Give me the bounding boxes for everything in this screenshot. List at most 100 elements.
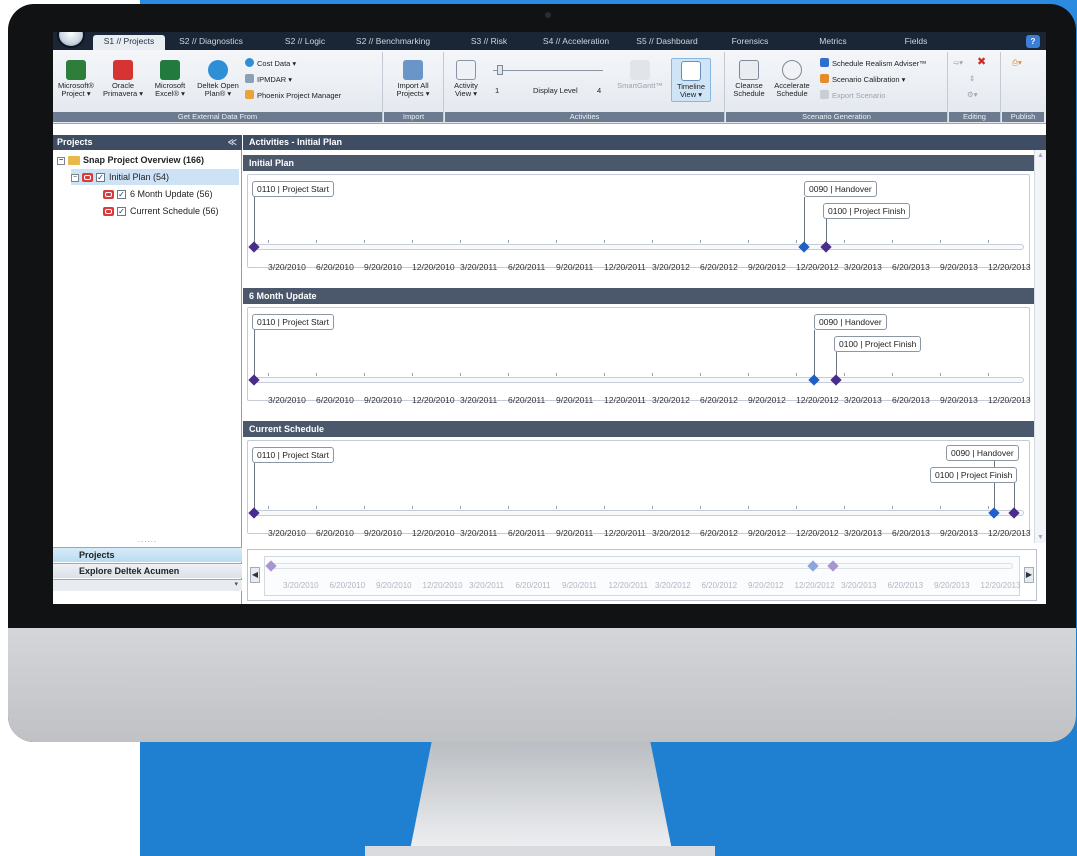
slider-max-label: 4 xyxy=(597,86,602,95)
tab-metrics[interactable]: Metrics xyxy=(813,35,853,50)
axis-tick xyxy=(556,506,557,509)
expander-icon[interactable]: − xyxy=(57,156,65,165)
timeline-overview[interactable]: ◀ 3/20/2010 6/20/2010 9/20/2010 12/20/2010 3… xyxy=(247,549,1037,601)
deltek-label: Deltek Open Plan® ▾ xyxy=(197,81,239,98)
primavera-button[interactable]: Oracle Primavera ▾ xyxy=(101,60,145,98)
axis-label: 6/20/2013 xyxy=(892,262,930,272)
tree-item-current-schedule[interactable]: ✓ Current Schedule (56) xyxy=(103,203,219,219)
project-checkbox[interactable]: ✓ xyxy=(117,190,126,200)
cost-data-icon xyxy=(245,58,254,67)
axis-label: 6/20/2011 xyxy=(508,528,546,538)
axis-tick xyxy=(988,506,989,509)
timeline-chart[interactable]: 0110 | Project Start 0090 | Handover 0100 … xyxy=(247,307,1031,405)
publish-icon[interactable]: ⎙▾ xyxy=(1012,58,1022,68)
delete-icon[interactable]: ✖ xyxy=(977,57,986,68)
project-checkbox[interactable]: ✓ xyxy=(96,173,105,183)
callout-project-finish[interactable]: 0100 | Project Finish xyxy=(930,467,1018,483)
group-publish: ⎙▾ Publish xyxy=(1002,52,1044,122)
axis-label: 3/20/2013 xyxy=(844,395,882,405)
nav-explore-deltek-acumen[interactable]: Explore Deltek Acumen xyxy=(53,563,242,578)
overview-axis-label: 6/20/2011 xyxy=(515,581,551,590)
ipmdar-button[interactable]: IPMDAR ▾ xyxy=(245,74,292,85)
tab-benchmarking[interactable]: S2 // Benchmarking xyxy=(348,35,438,50)
ribbon-tab-bar: S1 // Projects S2 // Diagnostics S2 // L… xyxy=(53,32,1046,50)
tab-risk[interactable]: S3 // Risk xyxy=(458,35,520,50)
callout-handover[interactable]: 0090 | Handover xyxy=(946,445,1019,461)
timeline-chart[interactable]: 0110 | Project Start 0090 | Handover 0100 … xyxy=(247,174,1031,272)
deltek-openplan-button[interactable]: Deltek Open Plan® ▾ xyxy=(195,60,241,98)
callout-project-finish[interactable]: 0100 | Project Finish xyxy=(834,336,922,352)
overview-right-arrow[interactable]: ▶ xyxy=(1024,567,1034,583)
tab-fields[interactable]: Fields xyxy=(901,35,931,50)
expander-icon[interactable]: − xyxy=(71,173,79,182)
project-checkbox[interactable]: ✓ xyxy=(117,207,126,217)
axis-label: 9/20/2013 xyxy=(940,262,978,272)
accelerate-schedule-button[interactable]: Accelerate Schedule xyxy=(770,60,814,98)
panel-splitter[interactable]: ...... xyxy=(53,535,242,544)
overview-track[interactable]: 3/20/2010 6/20/2010 9/20/2010 12/20/2010 3/2… xyxy=(264,556,1021,596)
schedule-realism-button[interactable]: Schedule Realism Adviser™ xyxy=(820,58,927,69)
axis-label: 6/20/2010 xyxy=(316,262,354,272)
tab-forensics[interactable]: Forensics xyxy=(725,35,775,50)
callout-project-start[interactable]: 0110 | Project Start xyxy=(252,181,334,197)
chevron-down-icon[interactable]: ▾ xyxy=(234,580,238,588)
overview-axis-label: 9/20/2013 xyxy=(934,581,970,590)
scroll-down-icon[interactable]: ▼ xyxy=(1037,534,1044,541)
tree-item-initial-plan[interactable]: − ✓ Initial Plan (54) xyxy=(71,169,239,185)
axis-tick xyxy=(556,373,557,376)
help-button[interactable]: ? xyxy=(1026,35,1040,48)
import-all-button[interactable]: Import All Projects ▾ xyxy=(390,60,436,98)
cleanse-schedule-button[interactable]: Cleanse Schedule xyxy=(730,60,768,98)
timeline-chart[interactable]: 0110 | Project Start 0090 | Handover 0100 … xyxy=(247,440,1031,538)
axis-tick xyxy=(268,373,269,376)
overview-left-arrow[interactable]: ◀ xyxy=(250,567,260,583)
callout-handover[interactable]: 0090 | Handover xyxy=(804,181,877,197)
gear-icon[interactable]: ⚙▾ xyxy=(967,90,978,100)
tree-root-label: Snap Project Overview (166) xyxy=(83,155,205,165)
overview-axis-label: 9/20/2012 xyxy=(748,581,784,590)
timeline-view-button[interactable]: Timeline View ▾ xyxy=(671,58,711,102)
msproject-button[interactable]: Microsoft® Project ▾ xyxy=(55,60,97,98)
callout-project-start[interactable]: 0110 | Project Start xyxy=(252,314,334,330)
display-level-slider[interactable] xyxy=(497,65,503,75)
tab-acceleration[interactable]: S4 // Acceleration xyxy=(536,35,616,50)
scroll-up-icon[interactable]: ▲ xyxy=(1037,152,1044,159)
group-label-editing: Editing xyxy=(949,112,1000,122)
smartgantt-icon xyxy=(630,60,650,80)
tab-logic[interactable]: S2 // Logic xyxy=(275,35,335,50)
cost-data-button[interactable]: Cost Data ▾ xyxy=(245,58,296,69)
axis-label: 12/20/2011 xyxy=(604,395,646,405)
tab-projects[interactable]: S1 // Projects xyxy=(93,35,165,50)
phoenix-button[interactable]: Phoenix Project Manager xyxy=(245,90,341,101)
axis-tick xyxy=(268,240,269,243)
smartgantt-button[interactable]: SmartGantt™ xyxy=(617,60,663,90)
move-icon[interactable]: ⇕ xyxy=(969,74,975,84)
scenario-calibration-button[interactable]: Scenario Calibration ▾ xyxy=(820,74,905,85)
activity-view-button[interactable]: Activity View ▾ xyxy=(449,60,483,98)
export-scenario-button[interactable]: Export Scenario xyxy=(820,90,885,101)
tab-diagnostics[interactable]: S2 // Diagnostics xyxy=(171,35,251,50)
collapse-panel-icon[interactable]: ≪ xyxy=(228,135,237,150)
axis-tick xyxy=(700,506,701,509)
axis-label: 9/20/2012 xyxy=(748,528,786,538)
tree-root[interactable]: − Snap Project Overview (166) xyxy=(57,152,204,168)
excel-button[interactable]: Microsoft Excel® ▾ xyxy=(149,60,191,98)
vertical-scrollbar[interactable]: ▲ ▼ xyxy=(1034,150,1046,543)
display-level-label: Display Level xyxy=(533,86,578,95)
paste-button[interactable]: ➯▾ xyxy=(953,58,963,68)
tab-dashboard[interactable]: S5 // Dashboard xyxy=(631,35,703,50)
group-label-import: Import xyxy=(384,112,443,122)
axis-tick xyxy=(748,506,749,509)
axis-label: 3/20/2010 xyxy=(268,395,306,405)
axis-tick xyxy=(844,506,845,509)
callout-project-start[interactable]: 0110 | Project Start xyxy=(252,447,334,463)
timeline-axis xyxy=(254,377,1024,383)
callout-project-finish[interactable]: 0100 | Project Finish xyxy=(823,203,911,219)
slider-min-label: 1 xyxy=(495,86,500,95)
nav-projects[interactable]: Projects xyxy=(53,547,242,562)
project-icon xyxy=(103,190,114,200)
callout-handover[interactable]: 0090 | Handover xyxy=(814,314,887,330)
application-orb-icon[interactable] xyxy=(57,32,85,48)
tree-item-6-month-update[interactable]: ✓ 6 Month Update (56) xyxy=(103,186,213,202)
accelerate-icon xyxy=(782,60,802,80)
